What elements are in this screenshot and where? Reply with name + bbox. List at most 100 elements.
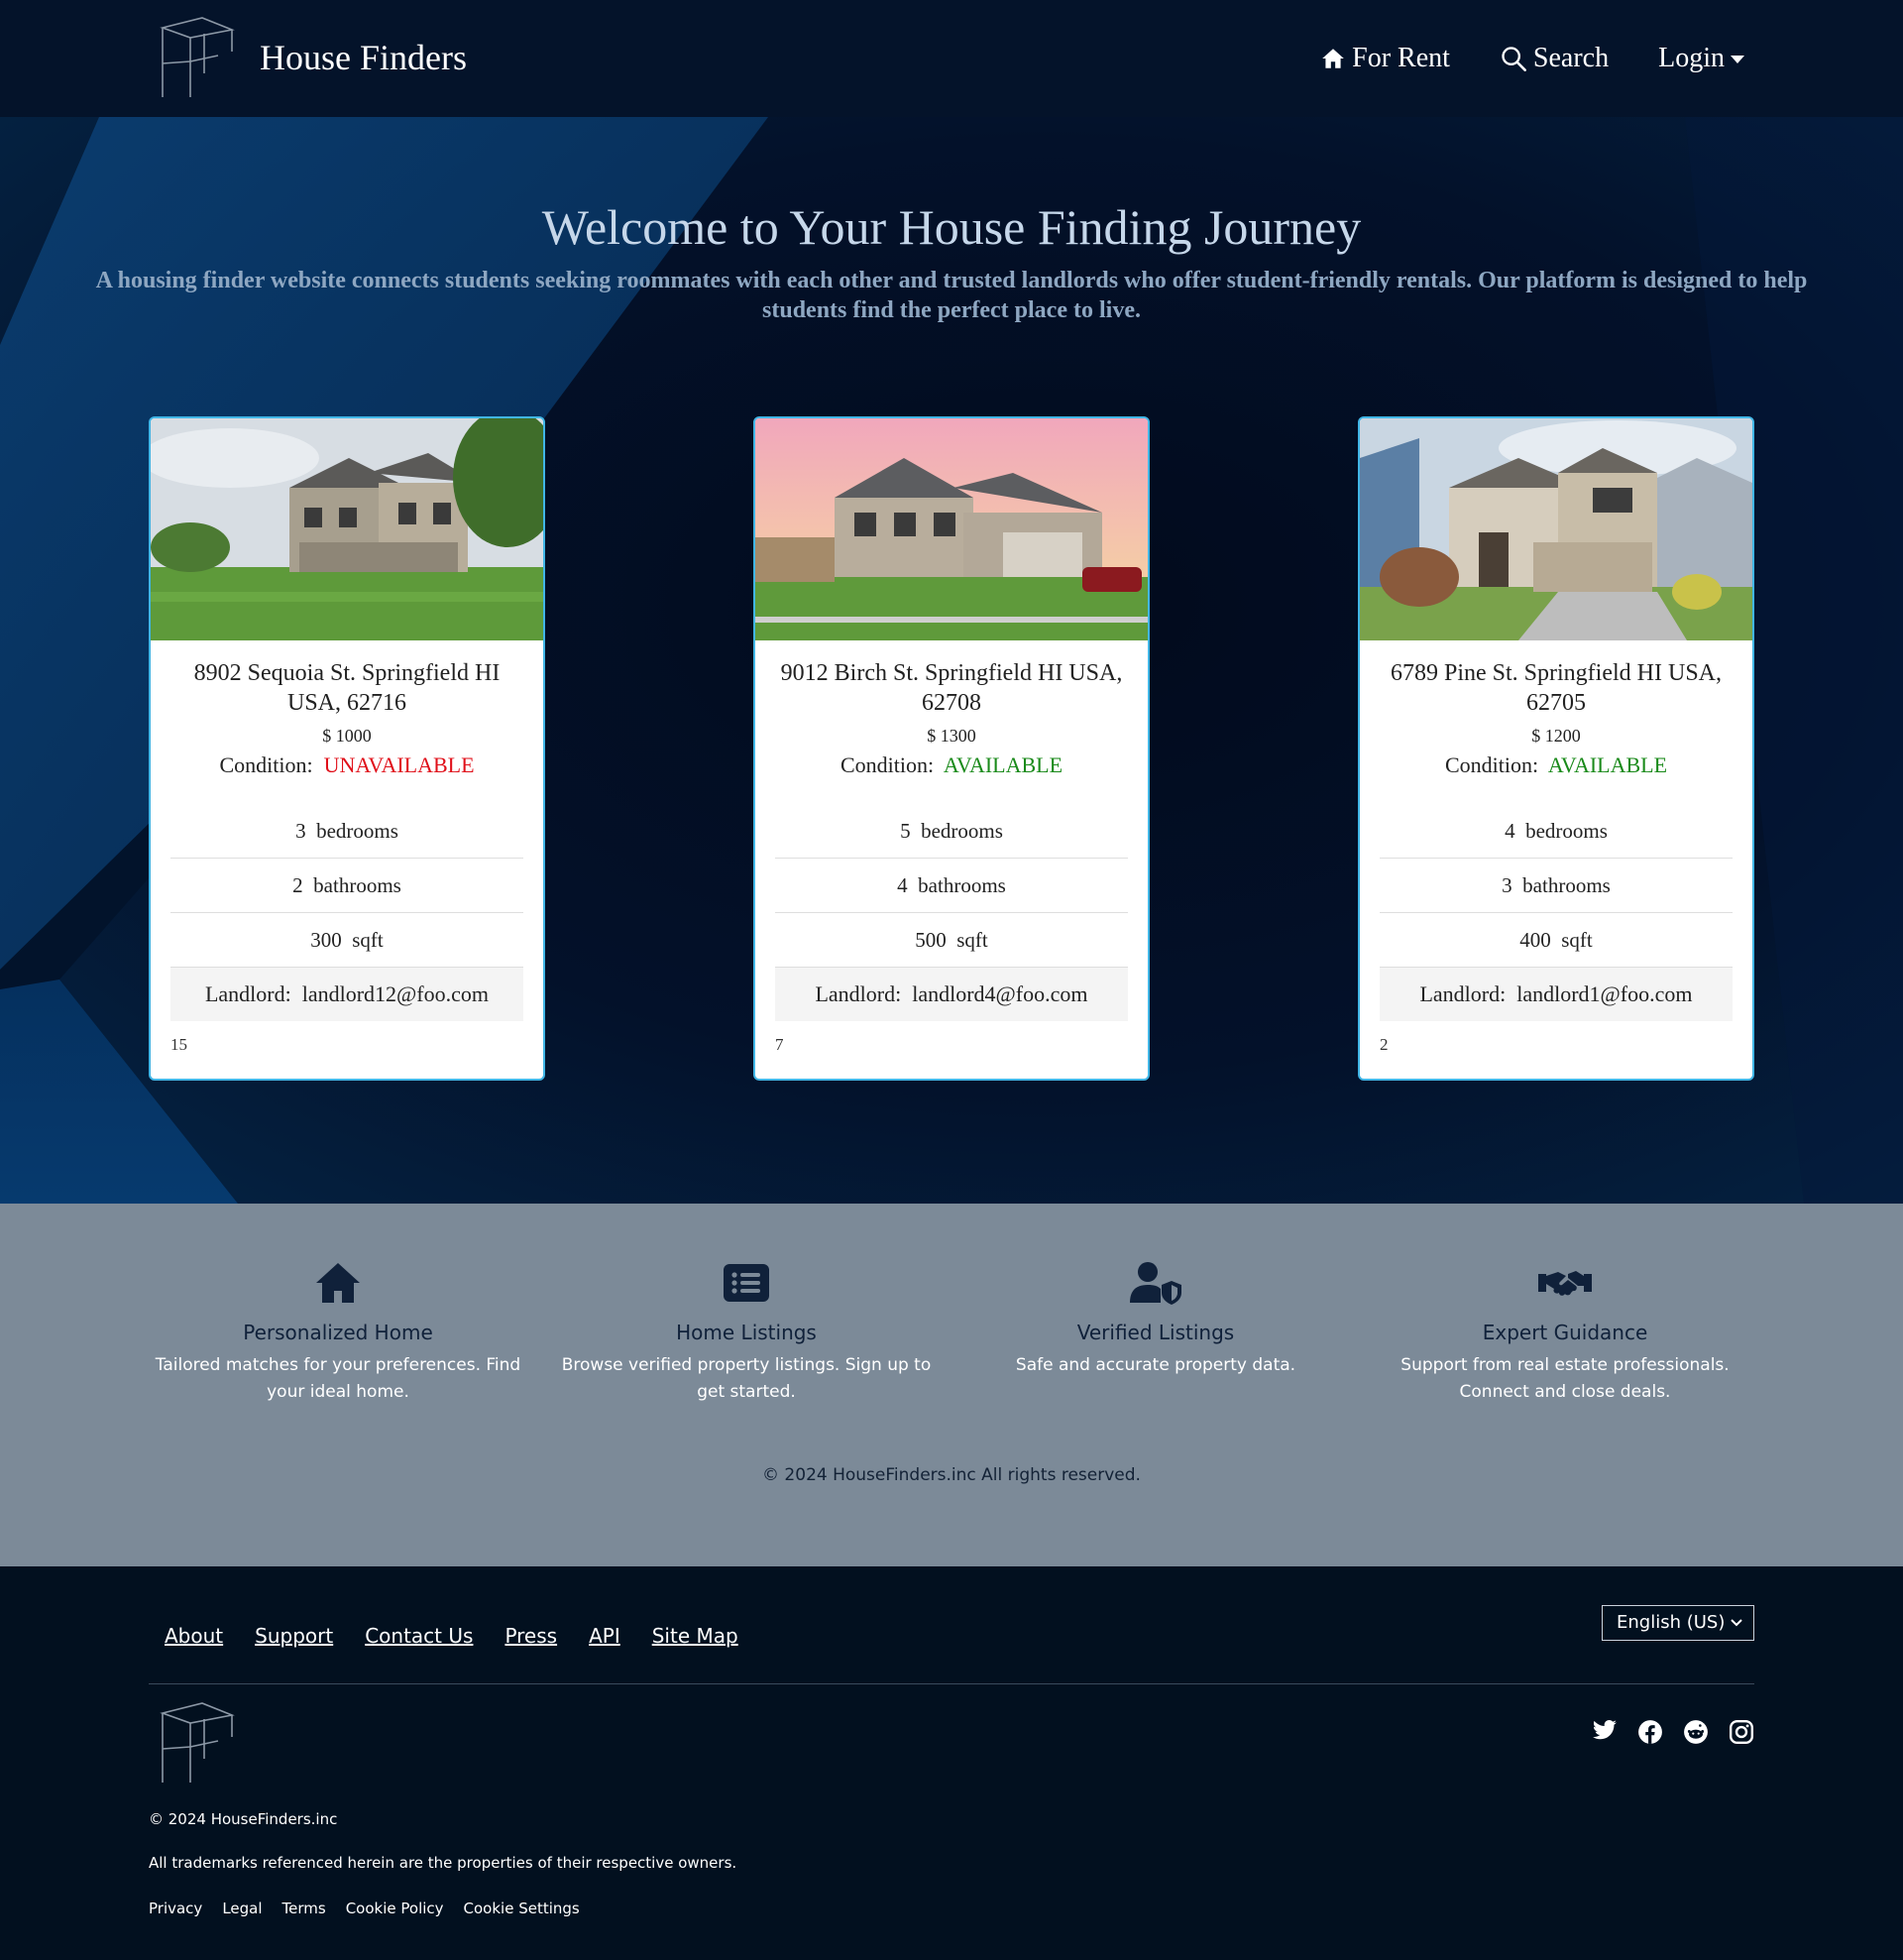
features-copyright: © 2024 HouseFinders.inc All rights reser…	[762, 1465, 1141, 1485]
listing-card[interactable]: 6789 Pine St. Springfield HI USA, 62705 …	[1358, 416, 1754, 1081]
footer-legal-links: Privacy Legal Terms Cookie Policy Cookie…	[149, 1900, 600, 1917]
listing-details: 5 bedrooms 4 bathrooms 500 sqft Landlord…	[775, 804, 1128, 1021]
feature-home-listings: Home Listings Browse verified property l…	[558, 1259, 935, 1406]
condition-label: Condition:	[1444, 752, 1539, 777]
nav-for-rent-label: For Rent	[1352, 43, 1450, 73]
sqft-label: sqft	[352, 928, 384, 952]
listing-id: 15	[170, 1035, 187, 1054]
condition-label: Condition:	[840, 752, 935, 777]
bathrooms-count: 2	[292, 873, 303, 897]
instagram-icon[interactable]	[1729, 1719, 1754, 1745]
facebook-icon[interactable]	[1637, 1719, 1663, 1745]
reddit-icon[interactable]	[1683, 1719, 1709, 1745]
list-icon	[724, 1264, 769, 1302]
legal-link-legal[interactable]: Legal	[222, 1900, 262, 1917]
sqft-value: 400	[1519, 928, 1551, 952]
sqft-row: 400 sqft	[1380, 913, 1733, 968]
bathrooms-row: 4 bathrooms	[775, 859, 1128, 913]
features-section: Personalized Home Tailored matches for y…	[0, 1204, 1903, 1566]
hero-title: Welcome to Your House Finding Journey	[541, 199, 1362, 255]
feature-title: Home Listings	[676, 1321, 817, 1344]
listing-id: 7	[775, 1035, 784, 1054]
footer-link-contact-us[interactable]: Contact Us	[365, 1624, 473, 1648]
nav-login-dropdown[interactable]: Login	[1658, 43, 1744, 74]
landlord-label: Landlord:	[1419, 981, 1507, 1006]
landlord-email: landlord12@foo.com	[301, 981, 490, 1006]
feature-description: Tailored matches for your preferences. F…	[155, 1355, 521, 1402]
listing-price: $ 1200	[1531, 726, 1581, 746]
nav-for-rent[interactable]: For Rent	[1320, 43, 1450, 74]
feature-description: Safe and accurate property data.	[1015, 1355, 1296, 1375]
bathrooms-row: 2 bathrooms	[170, 859, 523, 913]
twitter-icon[interactable]	[1592, 1719, 1618, 1745]
footer-links: About Support Contact Us Press API Site …	[165, 1624, 770, 1648]
house-finders-logo	[160, 17, 235, 97]
bedrooms-count: 4	[1505, 819, 1515, 843]
handshake-icon	[1538, 1271, 1592, 1296]
house-icon	[1322, 49, 1344, 68]
landlord-row: Landlord: landlord12@foo.com	[170, 968, 523, 1021]
feature-title: Personalized Home	[243, 1321, 433, 1344]
legal-link-terms[interactable]: Terms	[282, 1900, 326, 1917]
nav-search[interactable]: Search	[1500, 43, 1609, 74]
bedrooms-label: bedrooms	[316, 819, 398, 843]
footer-link-site-map[interactable]: Site Map	[652, 1624, 738, 1648]
bathrooms-count: 4	[897, 873, 908, 897]
landlord-label: Landlord:	[815, 981, 902, 1006]
legal-link-cookie-policy[interactable]: Cookie Policy	[346, 1900, 444, 1917]
bedrooms-count: 3	[295, 819, 306, 843]
hero-section: Welcome to Your House Finding Journey A …	[0, 117, 1903, 1204]
condition-status: UNAVAILABLE	[323, 752, 475, 777]
chevron-down-icon	[1731, 1619, 1742, 1627]
main-nav: For Rent Search Login	[1271, 0, 1744, 117]
bathrooms-label: bathrooms	[1522, 873, 1611, 897]
feature-description: Browse verified property listings. Sign …	[561, 1355, 932, 1402]
footer-link-about[interactable]: About	[165, 1624, 223, 1648]
footer-trademark: All trademarks referenced herein are the…	[149, 1854, 737, 1872]
listing-condition: Condition: UNAVAILABLE	[151, 752, 543, 778]
footer-link-press[interactable]: Press	[504, 1624, 557, 1648]
listing-id: 2	[1380, 1035, 1389, 1054]
listing-details: 3 bedrooms 2 bathrooms 300 sqft Landlord…	[170, 804, 523, 1021]
sqft-row: 500 sqft	[775, 913, 1128, 968]
legal-link-cookie-settings[interactable]: Cookie Settings	[464, 1900, 580, 1917]
listing-address: 8902 Sequoia St. Springfield HI USA, 627…	[193, 660, 501, 716]
feature-description: Support from real estate professionals. …	[1400, 1355, 1730, 1402]
condition-label: Condition:	[219, 752, 313, 777]
bedrooms-count: 5	[900, 819, 911, 843]
condition-status: AVAILABLE	[943, 752, 1063, 777]
feature-expert-guidance: Expert Guidance Support from real estate…	[1377, 1259, 1753, 1406]
user-shield-icon	[1130, 1262, 1181, 1305]
feature-verified-listings: Verified Listings Safe and accurate prop…	[967, 1259, 1344, 1379]
social-links	[1572, 1719, 1754, 1745]
house-photo	[1360, 418, 1752, 640]
feature-title: Verified Listings	[1076, 1321, 1235, 1344]
bedrooms-label: bedrooms	[921, 819, 1003, 843]
footer-link-api[interactable]: API	[589, 1624, 620, 1648]
footer-link-support[interactable]: Support	[255, 1624, 333, 1648]
bathrooms-label: bathrooms	[918, 873, 1006, 897]
search-icon	[1502, 47, 1526, 71]
listing-address: 9012 Birch St. Springfield HI USA, 62708	[780, 660, 1123, 716]
listing-price: $ 1300	[927, 726, 976, 746]
footer-divider	[149, 1683, 1754, 1684]
legal-link-privacy[interactable]: Privacy	[149, 1900, 202, 1917]
listing-card[interactable]: 8902 Sequoia St. Springfield HI USA, 627…	[149, 416, 545, 1081]
sqft-value: 500	[915, 928, 947, 952]
house-photo	[151, 418, 543, 640]
listing-price: $ 1000	[322, 726, 372, 746]
listing-card[interactable]: 9012 Birch St. Springfield HI USA, 62708…	[753, 416, 1150, 1081]
listing-details: 4 bedrooms 3 bathrooms 400 sqft Landlord…	[1380, 804, 1733, 1021]
bedrooms-row: 5 bedrooms	[775, 804, 1128, 859]
brand[interactable]: House Finders	[159, 16, 467, 99]
bedrooms-label: bedrooms	[1525, 819, 1608, 843]
language-select[interactable]: English (US)	[1602, 1605, 1754, 1641]
hero-subtitle: A housing finder website connects studen…	[95, 268, 1808, 323]
caret-down-icon	[1731, 56, 1744, 63]
bathrooms-count: 3	[1502, 873, 1512, 897]
sqft-label: sqft	[1561, 928, 1593, 952]
listing-address: 6789 Pine St. Springfield HI USA, 62705	[1390, 660, 1722, 716]
footer: About Support Contact Us Press API Site …	[0, 1566, 1903, 1960]
condition-status: AVAILABLE	[1547, 752, 1668, 777]
house-finders-logo	[160, 1702, 235, 1783]
